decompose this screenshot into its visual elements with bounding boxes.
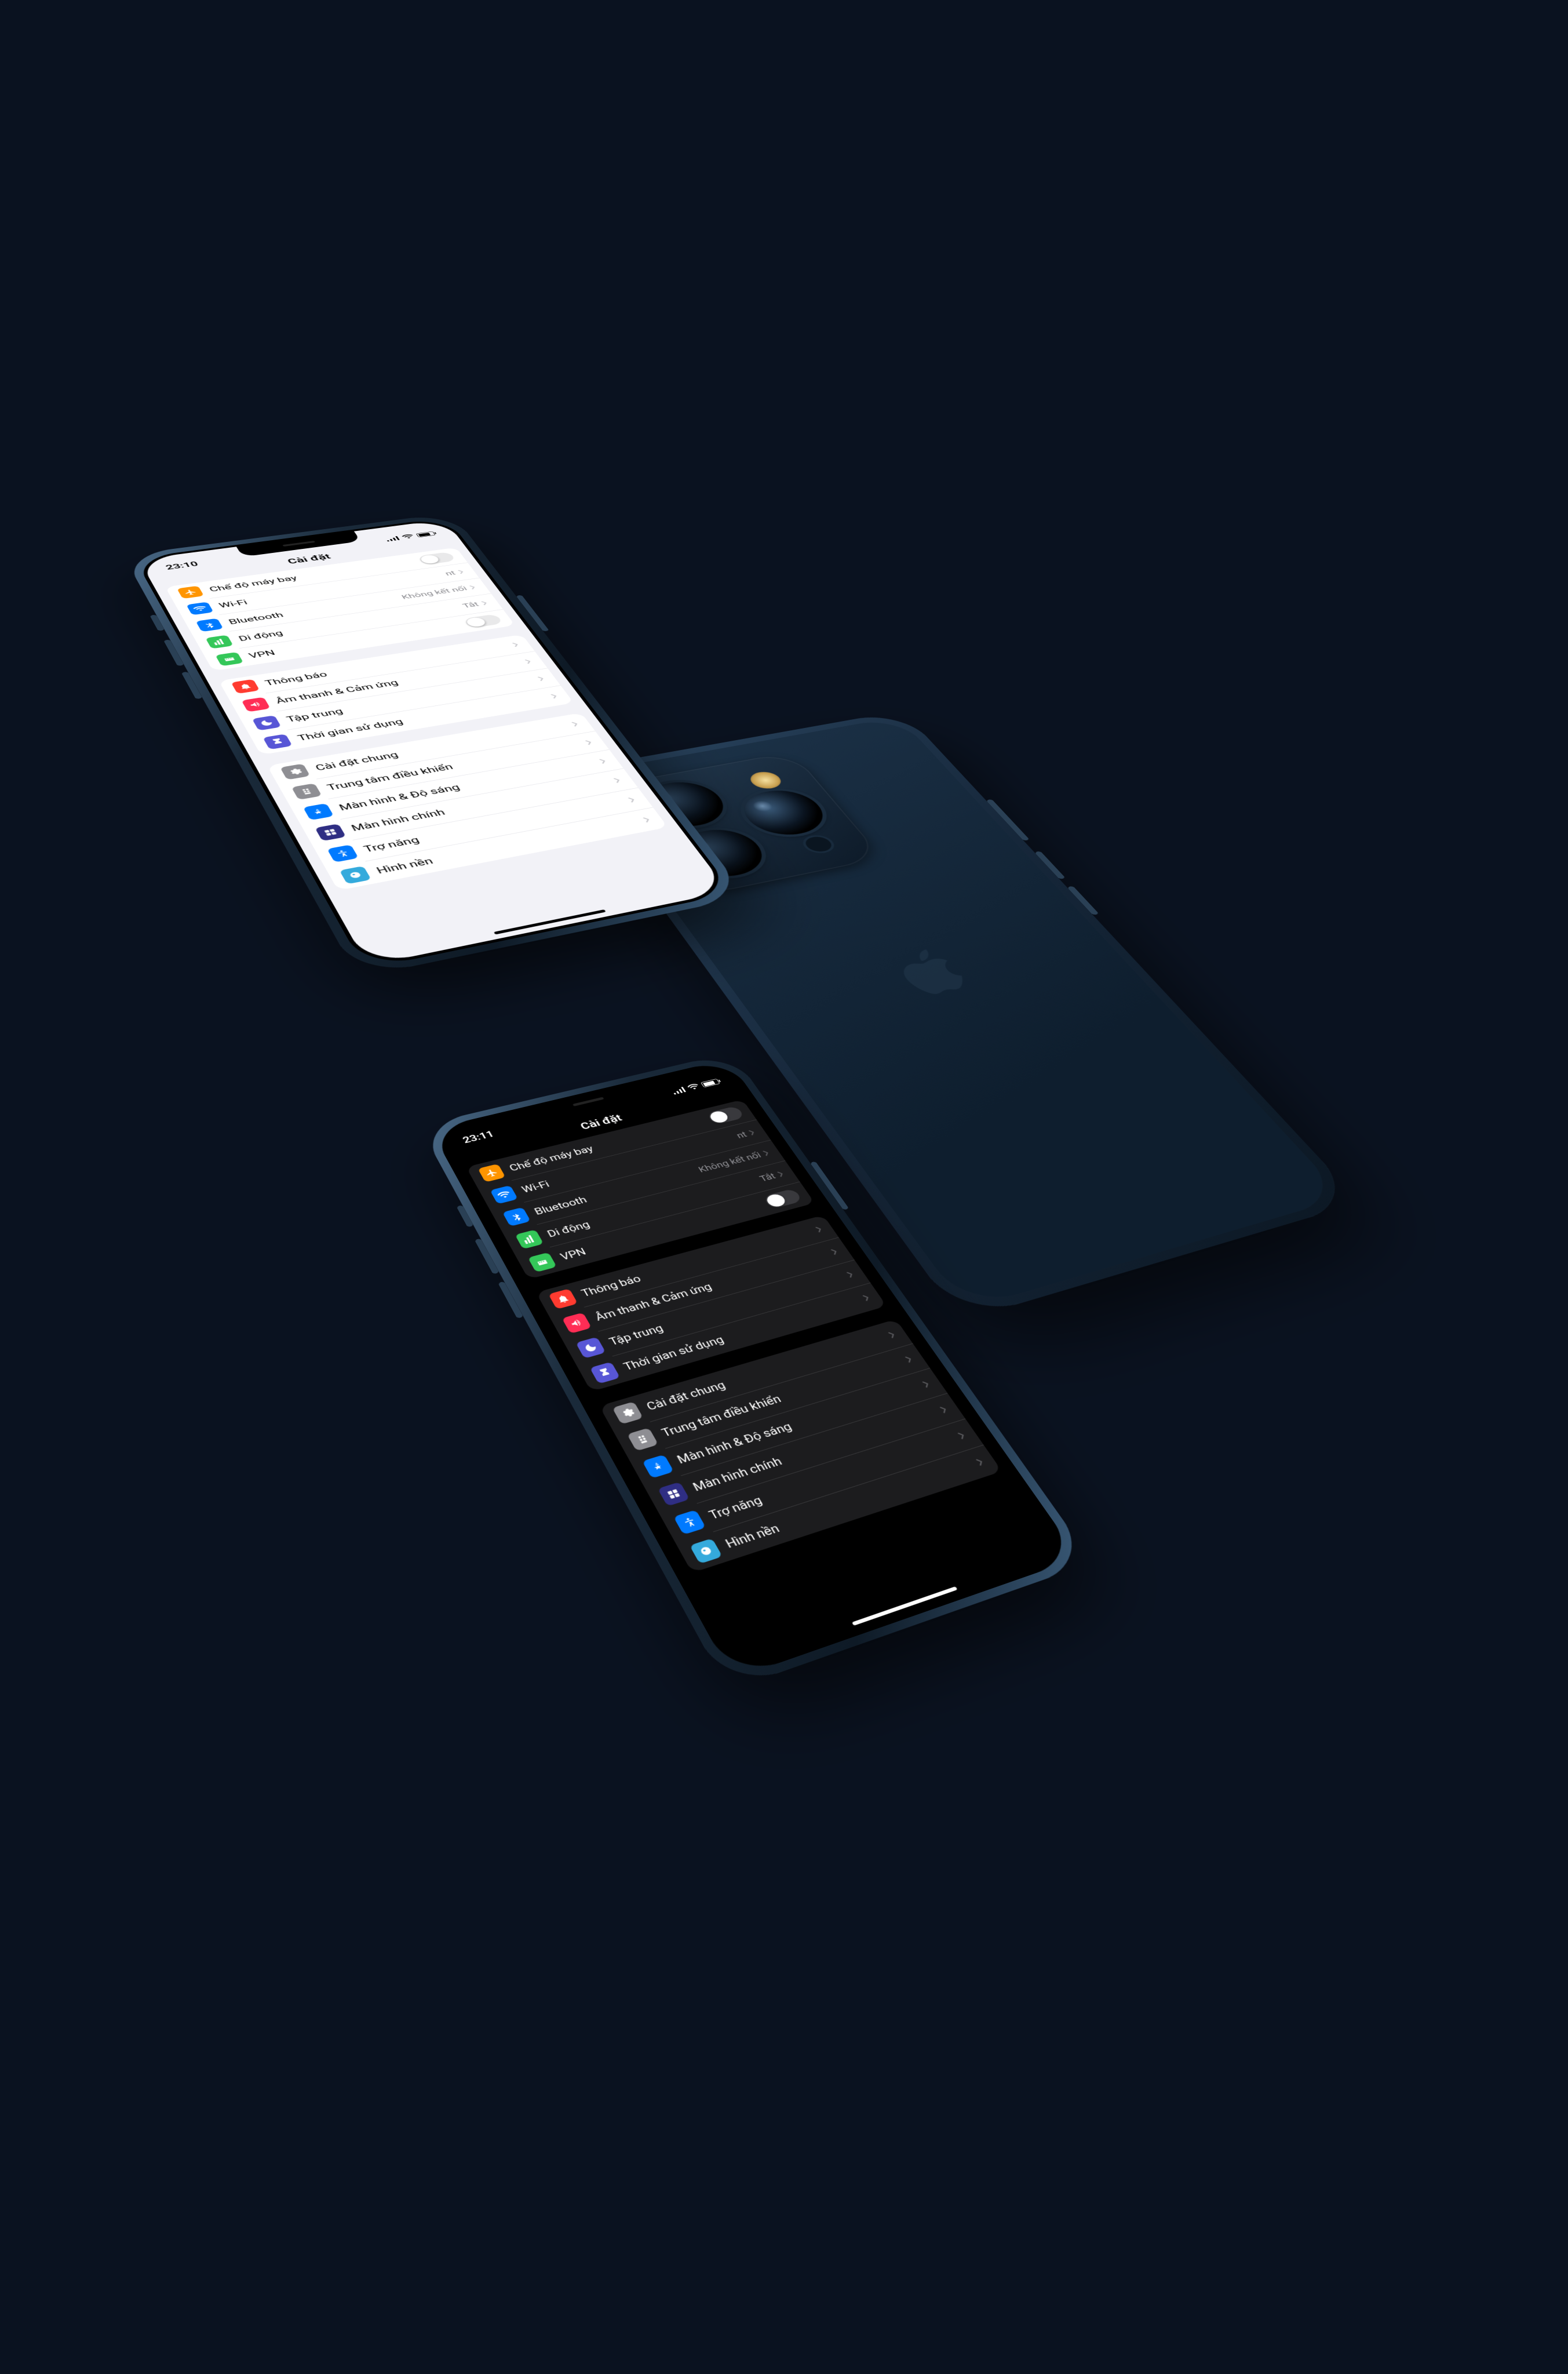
airplane-icon [478, 1164, 506, 1182]
row-label: Màn hình chính [690, 1405, 945, 1494]
row-label: Trung tâm điều khiển [325, 739, 589, 792]
airplane-icon [177, 586, 204, 599]
notif-icon [231, 679, 260, 694]
wifi-icon [490, 1185, 518, 1204]
row-label: Hình nền [374, 816, 647, 876]
settings-row-general[interactable]: Cài đặt chung [267, 713, 595, 785]
home-indicator[interactable] [494, 909, 606, 934]
cellular-signal-icon [385, 536, 400, 542]
screen-bezel: 23:10 Cài đặt Chế độ máy bayWi-FintBluet… [134, 518, 734, 969]
display-icon [642, 1454, 674, 1478]
cell-icon [515, 1229, 544, 1249]
chevron-right-icon [956, 1430, 968, 1440]
chevron-right-icon [584, 739, 595, 745]
chevron-right-icon [641, 816, 652, 823]
home-icon [315, 824, 346, 841]
row-label: Trợ năng [706, 1430, 963, 1522]
cc-icon [627, 1428, 658, 1451]
settings-row-cc[interactable]: Trung tâm điều khiển [278, 731, 609, 806]
wifi-status-icon [401, 534, 415, 540]
settings-group: Cài đặt chungTrung tâm điều khiểnMàn hìn… [267, 713, 668, 891]
camera-flash-icon [746, 770, 786, 791]
settings-row-wall[interactable]: Hình nền [676, 1444, 1002, 1572]
chevron-right-icon [975, 1457, 986, 1467]
camera-lens-icon [732, 785, 836, 840]
mockup-scene: 23:10 Cài đặt Chế độ máy bayWi-FintBluet… [0, 0, 1568, 2374]
toggle-switch[interactable] [463, 614, 503, 628]
row-label: Màn hình & Độ sáng [674, 1379, 927, 1466]
vpn-icon [215, 652, 243, 666]
chevron-right-icon [776, 1170, 786, 1178]
settings-row-general[interactable]: Cài đặt chung [599, 1319, 913, 1432]
settings-row-display[interactable]: Màn hình & Độ sáng [290, 749, 623, 826]
cellular-signal-icon [671, 1087, 687, 1095]
toggle-switch[interactable] [417, 552, 456, 565]
chevron-right-icon [612, 777, 622, 784]
bt-icon [502, 1207, 531, 1226]
settings-row-home[interactable]: Màn hình chính [644, 1393, 965, 1514]
settings-row-access[interactable]: Trợ năng [313, 788, 653, 869]
wifi-icon [186, 602, 213, 615]
notif-icon [548, 1288, 578, 1309]
row-label: Cài đặt chung [313, 720, 575, 773]
row-label: Trợ năng [362, 796, 632, 854]
vpn-icon [528, 1252, 557, 1273]
phone-light-mockup: 23:10 Cài đặt Chế độ máy bayWi-FintBluet… [123, 513, 748, 978]
chevron-right-icon [903, 1355, 914, 1364]
row-label: Màn hình & Độ sáng [337, 758, 603, 813]
chevron-right-icon [761, 1149, 771, 1157]
home-icon [658, 1482, 690, 1506]
chevron-right-icon [457, 569, 466, 574]
bt-icon [196, 618, 224, 632]
display-icon [303, 803, 334, 820]
settings-row-display[interactable]: Màn hình & Độ sáng [629, 1368, 947, 1487]
wall-icon [690, 1538, 723, 1564]
settings-row-wall[interactable]: Hình nền [326, 807, 668, 891]
general-icon [280, 763, 310, 780]
chevron-right-icon [938, 1405, 949, 1414]
cc-icon [291, 783, 322, 800]
focus-icon [575, 1337, 606, 1359]
settings-row-home[interactable]: Màn hình chính [301, 769, 638, 847]
access-icon [327, 844, 359, 862]
row-label: Màn hình chính [349, 777, 618, 833]
chevron-right-icon [921, 1379, 932, 1389]
settings-row-access[interactable]: Trợ năng [660, 1418, 983, 1543]
chevron-right-icon [598, 758, 608, 764]
settings-row-cc[interactable]: Trung tâm điều khiển [614, 1343, 929, 1459]
screentime-icon [590, 1361, 621, 1383]
row-label: Hình nền [723, 1457, 981, 1551]
chevron-right-icon [480, 600, 489, 606]
chevron-right-icon [468, 585, 477, 590]
access-icon [673, 1510, 706, 1535]
wall-icon [340, 866, 371, 884]
chevron-right-icon [747, 1128, 757, 1136]
general-icon [612, 1401, 643, 1425]
cell-icon [205, 635, 233, 649]
row-label: Trung tâm điều khiển [659, 1355, 910, 1439]
focus-icon [252, 715, 282, 730]
sound-icon [562, 1312, 592, 1334]
wifi-status-icon [686, 1083, 701, 1091]
lidar-sensor-icon [801, 835, 836, 854]
chevron-right-icon [626, 796, 637, 803]
